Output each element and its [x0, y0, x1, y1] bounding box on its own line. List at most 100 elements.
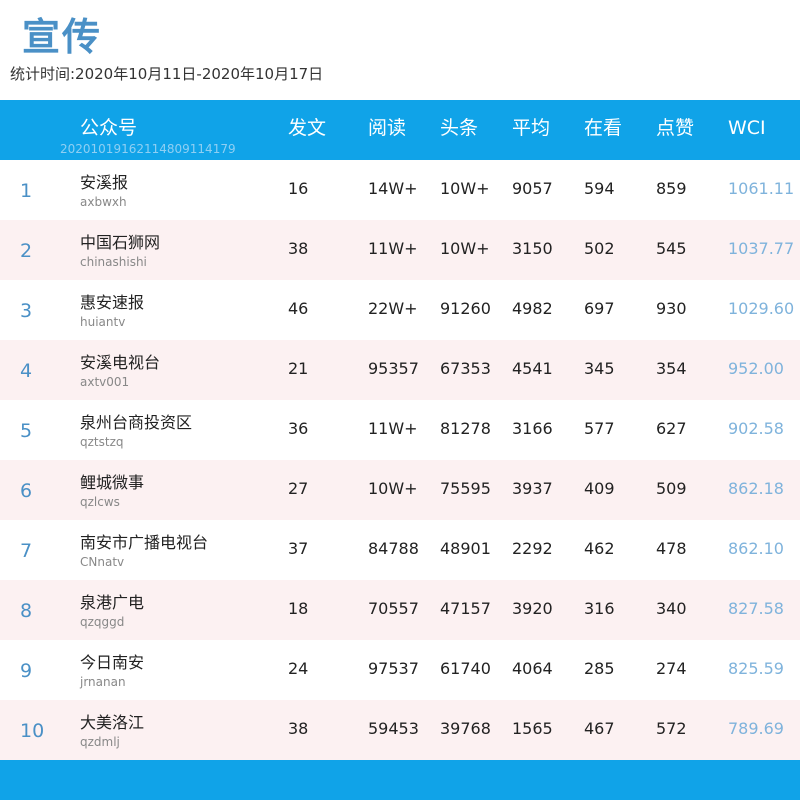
table-row[interactable]: 1 安溪报 axbwxh 16 14W+ 10W+ 9057 594 859 1…: [0, 160, 800, 220]
posts-value: 46: [288, 299, 309, 318]
average-value: 3150: [512, 239, 553, 258]
account-id: jrnanan: [80, 675, 126, 689]
wci-value: 827.58: [728, 599, 784, 618]
headline-value: 81278: [440, 419, 491, 438]
average-value: 3166: [512, 419, 553, 438]
table-row[interactable]: 5 泉州台商投资区 qztstzq 36 11W+ 81278 3166 577…: [0, 400, 800, 460]
average-value: 2292: [512, 539, 553, 558]
account-id: qzqggd: [80, 615, 125, 629]
account-id: axtv001: [80, 375, 130, 389]
ranking-table-body: 1 安溪报 axbwxh 16 14W+ 10W+ 9057 594 859 1…: [0, 160, 800, 760]
reads-value: 11W+: [368, 239, 418, 258]
account-name[interactable]: 惠安速报: [80, 292, 144, 314]
header-wci[interactable]: WCI: [728, 114, 766, 142]
likes-value: 354: [656, 359, 687, 378]
header-likes[interactable]: 点赞: [656, 114, 694, 142]
wci-value: 862.18: [728, 479, 784, 498]
average-value: 3937: [512, 479, 553, 498]
average-value: 9057: [512, 179, 553, 198]
headline-value: 10W+: [440, 239, 490, 258]
watching-value: 345: [584, 359, 615, 378]
likes-value: 859: [656, 179, 687, 198]
header-reads[interactable]: 阅读: [368, 114, 406, 142]
likes-value: 627: [656, 419, 687, 438]
wci-value: 902.58: [728, 419, 784, 438]
likes-value: 572: [656, 719, 687, 738]
statistics-period: 统计时间:2020年10月11日-2020年10月17日: [10, 65, 324, 83]
headline-value: 39768: [440, 719, 491, 738]
likes-value: 930: [656, 299, 687, 318]
account-id: qzdmlj: [80, 735, 120, 749]
average-value: 3920: [512, 599, 553, 618]
wci-value: 1029.60: [728, 299, 795, 318]
account-name[interactable]: 安溪报: [80, 172, 128, 194]
header-posts[interactable]: 发文: [288, 114, 326, 142]
table-header: 公众号 发文 阅读 头条 平均 在看 点赞 WCI 20201019162114…: [0, 100, 800, 160]
header-average[interactable]: 平均: [512, 114, 550, 142]
table-row[interactable]: 7 南安市广播电视台 CNnatv 37 84788 48901 2292 46…: [0, 520, 800, 580]
watching-value: 316: [584, 599, 615, 618]
account-name[interactable]: 中国石狮网: [80, 232, 160, 254]
account-name[interactable]: 今日南安: [80, 652, 144, 674]
rank-number: 2: [20, 240, 33, 262]
wci-value: 789.69: [728, 719, 784, 738]
table-row[interactable]: 2 中国石狮网 chinashishi 38 11W+ 10W+ 3150 50…: [0, 220, 800, 280]
reads-value: 14W+: [368, 179, 418, 198]
headline-value: 47157: [440, 599, 491, 618]
watching-value: 462: [584, 539, 615, 558]
reads-value: 97537: [368, 659, 419, 678]
table-row[interactable]: 10 大美洛江 qzdmlj 38 59453 39768 1565 467 5…: [0, 700, 800, 760]
headline-value: 48901: [440, 539, 491, 558]
reads-value: 22W+: [368, 299, 418, 318]
reads-value: 10W+: [368, 479, 418, 498]
reads-value: 70557: [368, 599, 419, 618]
posts-value: 18: [288, 599, 309, 618]
likes-value: 545: [656, 239, 687, 258]
header-account[interactable]: 公众号: [80, 114, 137, 142]
table-row[interactable]: 9 今日南安 jrnanan 24 97537 61740 4064 285 2…: [0, 640, 800, 700]
watching-value: 697: [584, 299, 615, 318]
headline-value: 67353: [440, 359, 491, 378]
posts-value: 38: [288, 719, 309, 738]
account-name[interactable]: 安溪电视台: [80, 352, 160, 374]
account-id: qztstzq: [80, 435, 124, 449]
posts-value: 38: [288, 239, 309, 258]
reads-value: 11W+: [368, 419, 418, 438]
average-value: 4541: [512, 359, 553, 378]
header-headline[interactable]: 头条: [440, 114, 478, 142]
reads-value: 95357: [368, 359, 419, 378]
watching-value: 409: [584, 479, 615, 498]
wci-value: 1037.77: [728, 239, 795, 258]
rank-number: 1: [20, 180, 33, 202]
wci-value: 1061.11: [728, 179, 795, 198]
rank-number: 7: [20, 540, 33, 562]
account-name[interactable]: 南安市广播电视台: [80, 532, 208, 554]
average-value: 4064: [512, 659, 553, 678]
wci-value: 825.59: [728, 659, 784, 678]
likes-value: 340: [656, 599, 687, 618]
account-name[interactable]: 泉港广电: [80, 592, 144, 614]
table-row[interactable]: 3 惠安速报 huiantv 46 22W+ 91260 4982 697 93…: [0, 280, 800, 340]
account-id: chinashishi: [80, 255, 147, 269]
account-name[interactable]: 泉州台商投资区: [80, 412, 192, 434]
posts-value: 27: [288, 479, 309, 498]
headline-value: 75595: [440, 479, 491, 498]
account-name[interactable]: 鲤城微事: [80, 472, 144, 494]
wci-value: 952.00: [728, 359, 784, 378]
table-row[interactable]: 8 泉港广电 qzqggd 18 70557 47157 3920 316 34…: [0, 580, 800, 640]
rank-number: 9: [20, 660, 33, 682]
posts-value: 24: [288, 659, 309, 678]
rank-number: 8: [20, 600, 33, 622]
likes-value: 509: [656, 479, 687, 498]
rank-number: 5: [20, 420, 33, 442]
table-row[interactable]: 6 鲤城微事 qzlcws 27 10W+ 75595 3937 409 509…: [0, 460, 800, 520]
rank-number: 4: [20, 360, 33, 382]
header-watching[interactable]: 在看: [584, 114, 622, 142]
rank-number: 10: [20, 720, 45, 742]
table-row[interactable]: 4 安溪电视台 axtv001 21 95357 67353 4541 345 …: [0, 340, 800, 400]
account-name[interactable]: 大美洛江: [80, 712, 144, 734]
ranking-page: 宣传 统计时间:2020年10月11日-2020年10月17日 公众号 发文 阅…: [0, 0, 800, 800]
headline-value: 61740: [440, 659, 491, 678]
page-title: 宣传: [22, 15, 103, 59]
posts-value: 16: [288, 179, 309, 198]
